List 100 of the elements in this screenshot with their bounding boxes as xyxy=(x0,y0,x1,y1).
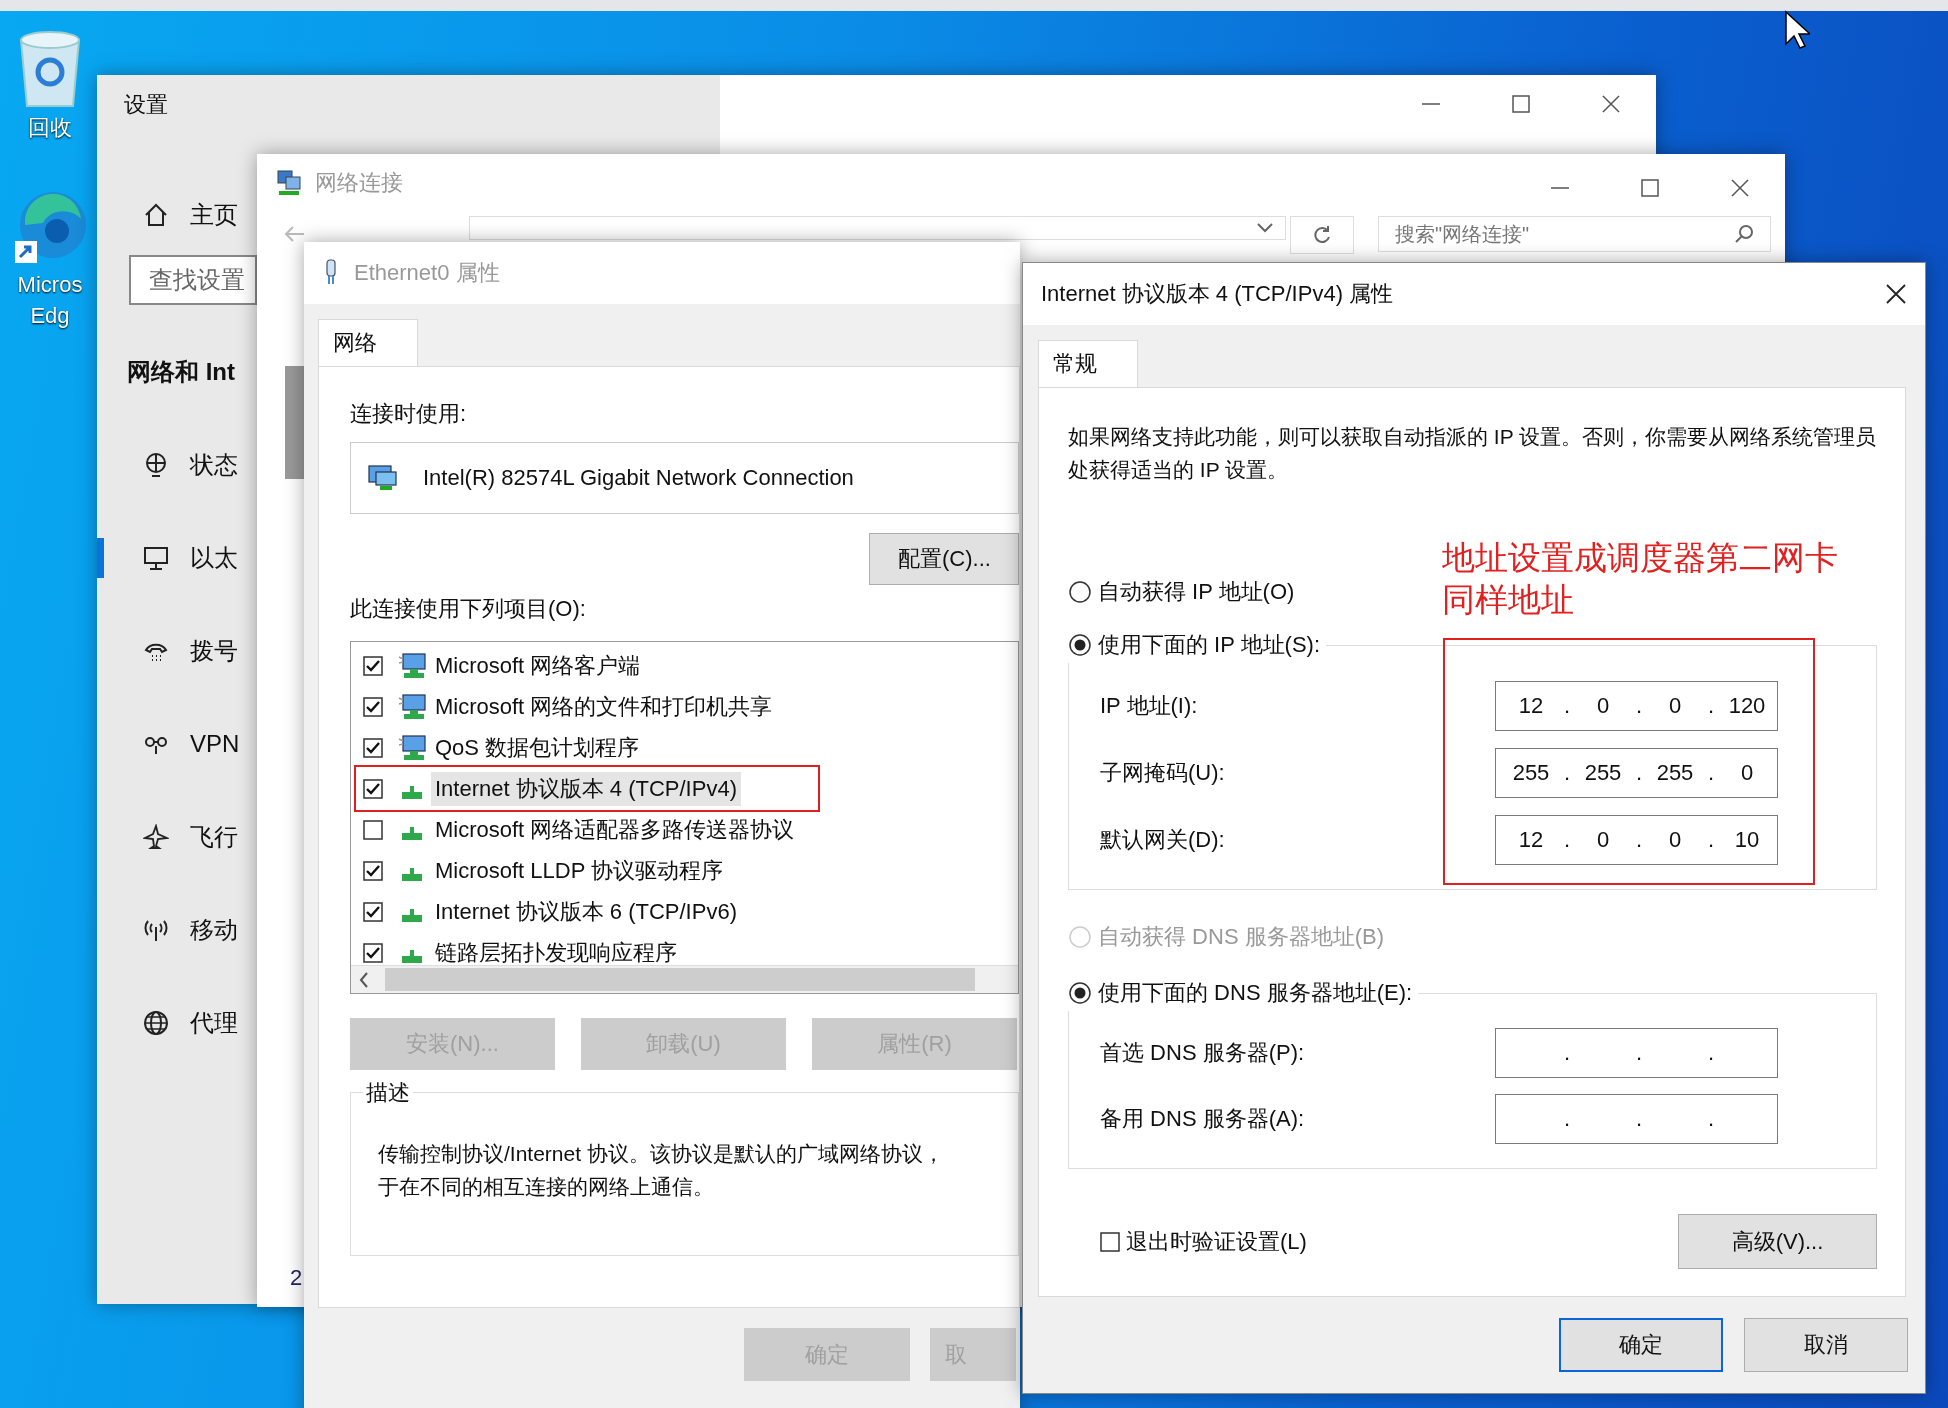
ip-address-field[interactable]: 12 . 0 . 0 . 10 xyxy=(1495,815,1778,865)
separator-text: . xyxy=(1562,1040,1572,1066)
field-label: IP 地址(I): xyxy=(1100,692,1199,720)
separator-text: . xyxy=(1562,827,1572,853)
radio-label[interactable]: 使用下面的 IP 地址(S): xyxy=(1098,630,1321,660)
nav-item[interactable]: 以太 xyxy=(190,543,238,573)
checkbox[interactable] xyxy=(363,696,383,717)
description-text: 于在不同的相互连接的网络上通信。 xyxy=(378,1174,715,1200)
window-title: Internet 协议版本 4 (TCP/IPv4) 属性 xyxy=(1041,280,1394,308)
list-item[interactable]: Internet 协议版本 4 (TCP/IPv4) xyxy=(431,771,741,806)
chevron-down-icon[interactable] xyxy=(1257,223,1273,233)
computer-icon xyxy=(397,732,427,763)
close-icon[interactable] xyxy=(1730,177,1750,198)
ip-address-field[interactable]: 255 . 255 . 255 . 0 xyxy=(1495,748,1778,798)
item-count: 2 xyxy=(289,1264,304,1292)
close-icon[interactable] xyxy=(1885,283,1907,305)
computer-icon xyxy=(397,691,427,722)
search-field[interactable]: 搜索"网络连接" xyxy=(1378,216,1771,252)
list-item[interactable]: Microsoft 网络的文件和打印机共享 xyxy=(431,689,777,724)
dialog-button[interactable]: 取消 xyxy=(1744,1318,1908,1372)
tab[interactable]: 网络 xyxy=(318,319,418,366)
checkbox[interactable] xyxy=(363,901,383,922)
window-title: Ethernet0 属性 xyxy=(354,259,500,287)
advanced-button[interactable]: 高级(V)... xyxy=(1678,1214,1877,1269)
field-label: 默认网关(D): xyxy=(1100,826,1226,854)
maximize-icon[interactable] xyxy=(1640,177,1660,198)
ip-address-field[interactable]: . . . xyxy=(1495,1094,1778,1144)
description-text: 传输控制协议/Internet 协议。该协议是默认的广域网络协议， xyxy=(378,1141,945,1167)
network-icon xyxy=(275,169,303,197)
description-text: 如果网络支持此功能，则可以获取自动指派的 IP 设置。否则，你需要从网络系统管理员处获得适当的 IP 设置。 xyxy=(1068,424,1877,483)
checkbox[interactable] xyxy=(363,778,383,799)
list-item[interactable]: QoS 数据包计划程序 xyxy=(431,730,644,765)
icon-label: 回收 xyxy=(28,114,72,142)
radio-button[interactable] xyxy=(1068,580,1092,604)
separator-text: . xyxy=(1634,1106,1644,1132)
airplane-icon xyxy=(143,824,169,850)
separator-text: . xyxy=(1634,827,1644,853)
list-item[interactable]: Internet 协议版本 6 (TCP/IPv6) xyxy=(431,894,741,929)
maximize-icon[interactable] xyxy=(1511,94,1531,114)
list-item[interactable]: 链路层拓扑发现响应程序 xyxy=(431,935,681,966)
separator-text: . xyxy=(1706,827,1716,853)
separator-text: . xyxy=(1706,760,1716,786)
tab[interactable]: 常规 xyxy=(1038,340,1138,387)
list-item[interactable]: Microsoft LLDP 协议驱动程序 xyxy=(431,853,728,888)
monitor-icon xyxy=(143,545,169,571)
radio-button[interactable] xyxy=(1068,981,1092,1005)
checkbox[interactable] xyxy=(363,819,383,840)
octet-text: 12 xyxy=(1517,693,1545,719)
separator-text: . xyxy=(1562,693,1572,719)
cursor-icon xyxy=(1784,10,1810,50)
refresh-button[interactable] xyxy=(1290,216,1354,254)
separator-text: . xyxy=(1634,1040,1644,1066)
octet-text: 0 xyxy=(1667,693,1683,719)
nav-item[interactable]: 状态 xyxy=(190,450,238,480)
horizontal-scrollbar[interactable] xyxy=(351,965,1018,993)
checkbox[interactable] xyxy=(363,860,383,881)
dialog-button[interactable]: 确定 xyxy=(1559,1318,1723,1372)
close-icon[interactable] xyxy=(1601,94,1621,114)
list-item[interactable]: Microsoft 网络客户端 xyxy=(431,648,645,683)
network-protocol-icon xyxy=(402,950,422,963)
network-protocol-icon xyxy=(402,786,422,799)
checkbox[interactable] xyxy=(363,655,383,676)
ip-address-field[interactable]: 12 . 0 . 0 . 120 xyxy=(1495,681,1778,731)
ip-address-field[interactable]: . . . xyxy=(1495,1028,1778,1078)
nav-link[interactable]: 主页 xyxy=(190,200,238,230)
configure-button[interactable]: 配置(C)... xyxy=(869,533,1019,585)
nav-item[interactable]: 代理 xyxy=(190,1008,238,1038)
field-label: 备用 DNS 服务器(A): xyxy=(1100,1105,1306,1133)
radio-button[interactable] xyxy=(1068,633,1092,657)
field-label: 首选 DNS 服务器(P): xyxy=(1100,1039,1306,1067)
list-item[interactable]: Microsoft 网络适配器多路传送器协议 xyxy=(431,812,799,847)
checkbox-label[interactable]: 退出时验证设置(L) xyxy=(1126,1226,1307,1257)
search-field[interactable]: 查找设置 xyxy=(129,255,257,305)
monitor-icon xyxy=(367,464,397,492)
nav-item[interactable]: 拨号 xyxy=(190,636,238,666)
octet-text: 255 xyxy=(1511,760,1551,786)
radio-label[interactable]: 自动获得 IP 地址(O) xyxy=(1098,577,1295,607)
octet-text: 0 xyxy=(1667,827,1683,853)
checkbox[interactable] xyxy=(363,737,383,758)
annotation-text: 地址设置成调度器第二网卡 xyxy=(1442,538,1838,578)
separator-text: . xyxy=(1634,693,1644,719)
globe-icon xyxy=(143,452,169,478)
nav-item[interactable]: 移动 xyxy=(190,915,238,945)
network-protocol-icon xyxy=(402,827,422,840)
field-label: 连接时使用: xyxy=(350,400,468,428)
octet-text: 0 xyxy=(1595,693,1611,719)
icon-label: Edg xyxy=(30,302,70,330)
annotation-text: 同样地址 xyxy=(1442,580,1575,620)
octet-text: 10 xyxy=(1733,827,1761,853)
nav-item[interactable]: VPN xyxy=(190,729,240,759)
checkbox[interactable] xyxy=(363,942,383,963)
nav-item[interactable]: 飞行 xyxy=(190,822,238,852)
icon-label: Micros xyxy=(17,271,83,299)
scrollbar-thumb[interactable] xyxy=(285,366,304,479)
field-label: 此连接使用下列项目(O): xyxy=(350,595,587,623)
window-title: 网络连接 xyxy=(315,169,403,197)
radio-label[interactable]: 使用下面的 DNS 服务器地址(E): xyxy=(1098,978,1413,1008)
checkbox[interactable] xyxy=(1100,1231,1120,1252)
placeholder-text: 查找设置 xyxy=(149,265,245,295)
scrollbar-thumb[interactable] xyxy=(385,968,975,992)
